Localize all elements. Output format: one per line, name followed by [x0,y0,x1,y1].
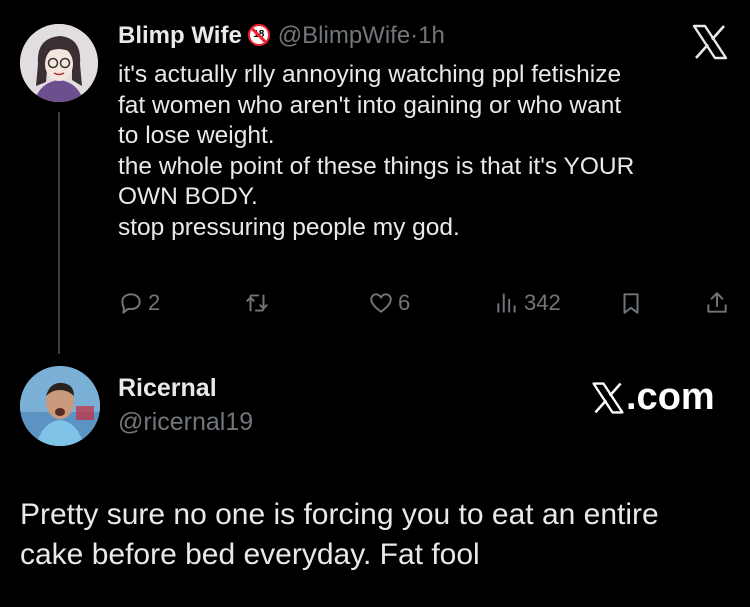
share-icon [707,292,727,313]
views-icon [497,293,516,313]
x-com-watermark: .com [590,376,715,419]
tweet1-text: it's actually rlly annoying watching ppl… [118,60,738,243]
tweet1-line: fat women who aren't into gaining or who… [118,91,622,119]
tweet1-separator: · [410,22,419,49]
like-icon [370,293,392,313]
avatar-ricernal[interactable] [20,366,100,446]
x-logo-icon [592,381,624,414]
tweet2-line: cake before bed everyday. Fat fool [20,538,480,571]
retweet-icon [246,294,268,312]
tweet2-handle[interactable]: @ricernal19 [118,408,253,437]
like-button[interactable]: 6 [368,288,410,318]
tweet1-handle[interactable]: @BlimpWife [278,22,410,49]
no-entry-18-icon: 18 [247,24,270,46]
share-button[interactable] [704,288,730,318]
tweet1-header: Blimp Wife 18 @BlimpWife·1h [118,22,445,50]
x-logo-icon [690,22,730,62]
reply-button[interactable]: 2 [118,288,160,318]
tweet1-display-name[interactable]: Blimp Wife [118,22,242,49]
reply-icon [121,293,141,314]
like-count: 6 [398,290,411,315]
tweet2-line: Pretty sure no one is forcing you to eat… [20,498,659,531]
tweet2-display-name[interactable]: Ricernal [118,374,217,403]
tweet1-line: it's actually rlly annoying watching ppl… [118,61,622,88]
avatar-blimpwife[interactable] [20,24,98,102]
tweet1-line: stop pressuring people my god. [118,213,460,241]
reply-count: 2 [148,290,161,315]
bookmark-button[interactable] [618,288,644,318]
x-com-watermark-text: .com [626,376,715,418]
views-count: 342 [524,290,561,315]
tweet1-line: to lose weight. [118,122,275,149]
thread-connector-line [58,112,60,354]
bookmark-icon [623,293,639,314]
views-button[interactable]: 342 [494,288,561,318]
tweet2-text: Pretty sure no one is forcing you to eat… [20,495,740,575]
retweet-button[interactable] [244,288,270,318]
tweet1-line: OWN BODY. [118,183,258,210]
tweet1-line: the whole point of these things is that … [118,152,635,180]
tweet1-time[interactable]: 1h [418,22,445,49]
